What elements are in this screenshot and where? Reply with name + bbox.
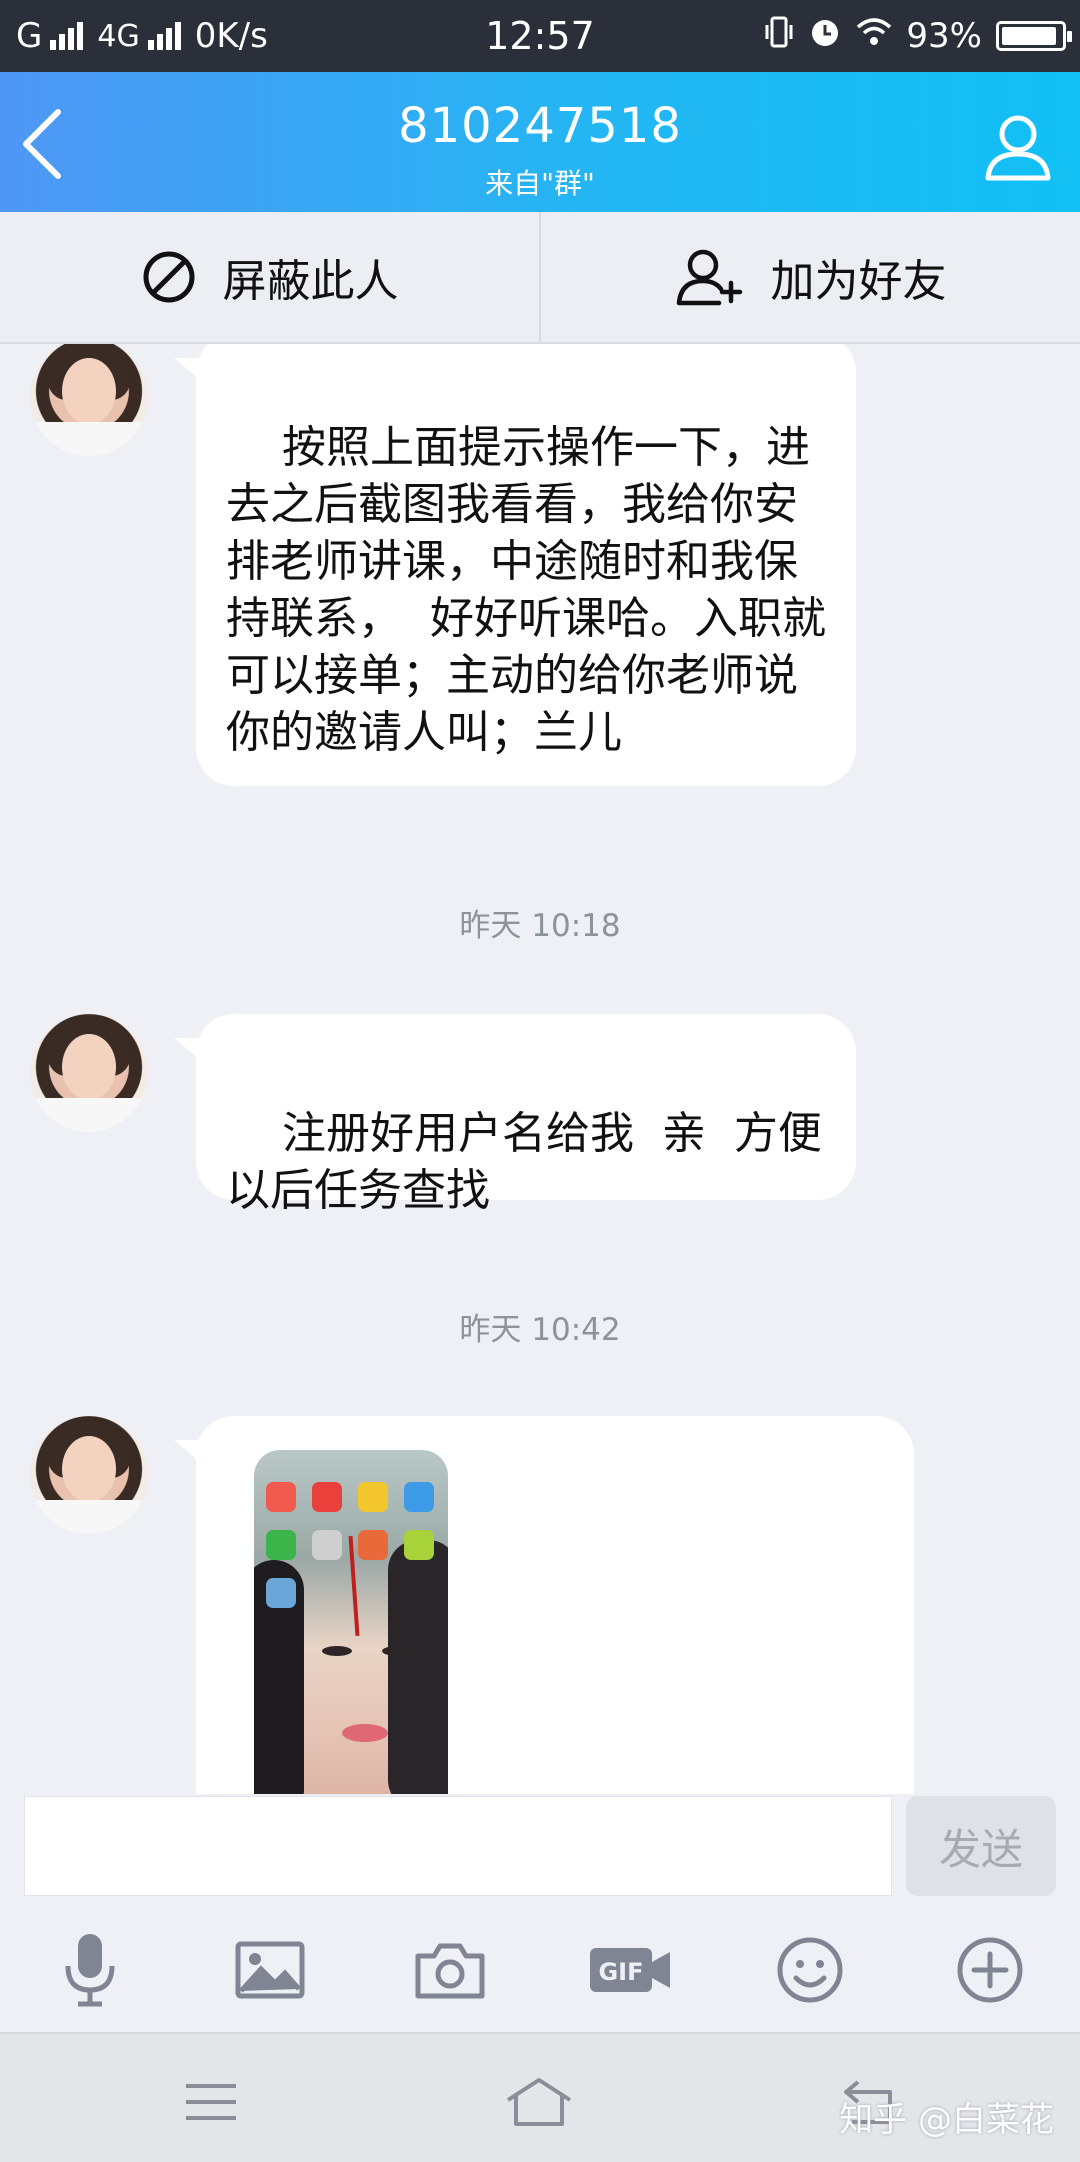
- message-input[interactable]: [24, 1796, 892, 1896]
- avatar[interactable]: [30, 1416, 148, 1534]
- add-friend-label: 加为好友: [770, 256, 947, 307]
- image-thumbnail[interactable]: [254, 1450, 448, 1794]
- navigation-bar: 知乎 @白菜花: [0, 2032, 1080, 2162]
- microphone-icon[interactable]: [52, 1932, 128, 2008]
- battery-icon: [996, 21, 1072, 51]
- image-message-bubble[interactable]: [174, 1416, 914, 1794]
- menu-icon[interactable]: [176, 2074, 246, 2130]
- block-user-button[interactable]: 屏蔽此人: [0, 212, 539, 342]
- user-icon: [985, 115, 1051, 181]
- wifi-icon: [856, 16, 892, 56]
- vibrate-icon: [764, 15, 794, 58]
- emoji-icon[interactable]: [772, 1932, 848, 2008]
- page-subtitle: 来自"群": [485, 167, 595, 200]
- plus-icon[interactable]: [952, 1932, 1028, 2008]
- message-text: 按照上面提示操作一下，进去之后截图我看看，我给你安排老师讲课，中途随时和我保持联…: [226, 422, 826, 758]
- status-right: 93%: [764, 0, 1072, 72]
- send-button[interactable]: 发送: [906, 1796, 1056, 1896]
- profile-button[interactable]: [982, 110, 1054, 182]
- camera-icon[interactable]: [412, 1932, 488, 2008]
- timestamp: 昨天 10:18: [459, 908, 621, 944]
- block-user-label: 屏蔽此人: [222, 256, 399, 307]
- alarm-icon: [808, 15, 842, 58]
- chat-area[interactable]: 按照上面提示操作一下，进去之后截图我看看，我给你安排老师讲课，中途随时和我保持联…: [0, 344, 1080, 1794]
- input-bar: 发送: [0, 1794, 1080, 1904]
- message-text: 注册好用户名给我 亲 方便以后任务查找: [226, 1108, 822, 1216]
- status-bar: G 4G 0K/s 12:57 93%: [0, 0, 1080, 72]
- add-user-icon: [676, 249, 742, 306]
- message-bubble[interactable]: 按照上面提示操作一下，进去之后截图我看看，我给你安排老师讲课，中途随时和我保持联…: [174, 344, 856, 786]
- battery-percent: 93%: [906, 16, 982, 56]
- add-friend-button[interactable]: 加为好友: [541, 212, 1080, 342]
- block-icon: [143, 251, 194, 303]
- avatar[interactable]: [30, 344, 148, 456]
- image-icon[interactable]: [232, 1932, 308, 2008]
- gif-icon[interactable]: GIF: [588, 1932, 672, 2008]
- input-toolbar: GIF: [0, 1904, 1080, 2032]
- timestamp: 昨天 10:42: [459, 1312, 621, 1348]
- avatar[interactable]: [30, 1014, 148, 1132]
- home-icon[interactable]: [504, 2074, 574, 2130]
- svg-text:GIF: GIF: [598, 1958, 643, 1986]
- message-bubble[interactable]: 注册好用户名给我 亲 方便以后任务查找: [174, 1014, 856, 1216]
- title-bar: 810247518 来自"群": [0, 72, 1080, 212]
- action-bar: 屏蔽此人 加为好友: [0, 212, 1080, 344]
- watermark: 知乎 @白菜花: [839, 2100, 1054, 2140]
- page-title: 810247518: [398, 98, 682, 154]
